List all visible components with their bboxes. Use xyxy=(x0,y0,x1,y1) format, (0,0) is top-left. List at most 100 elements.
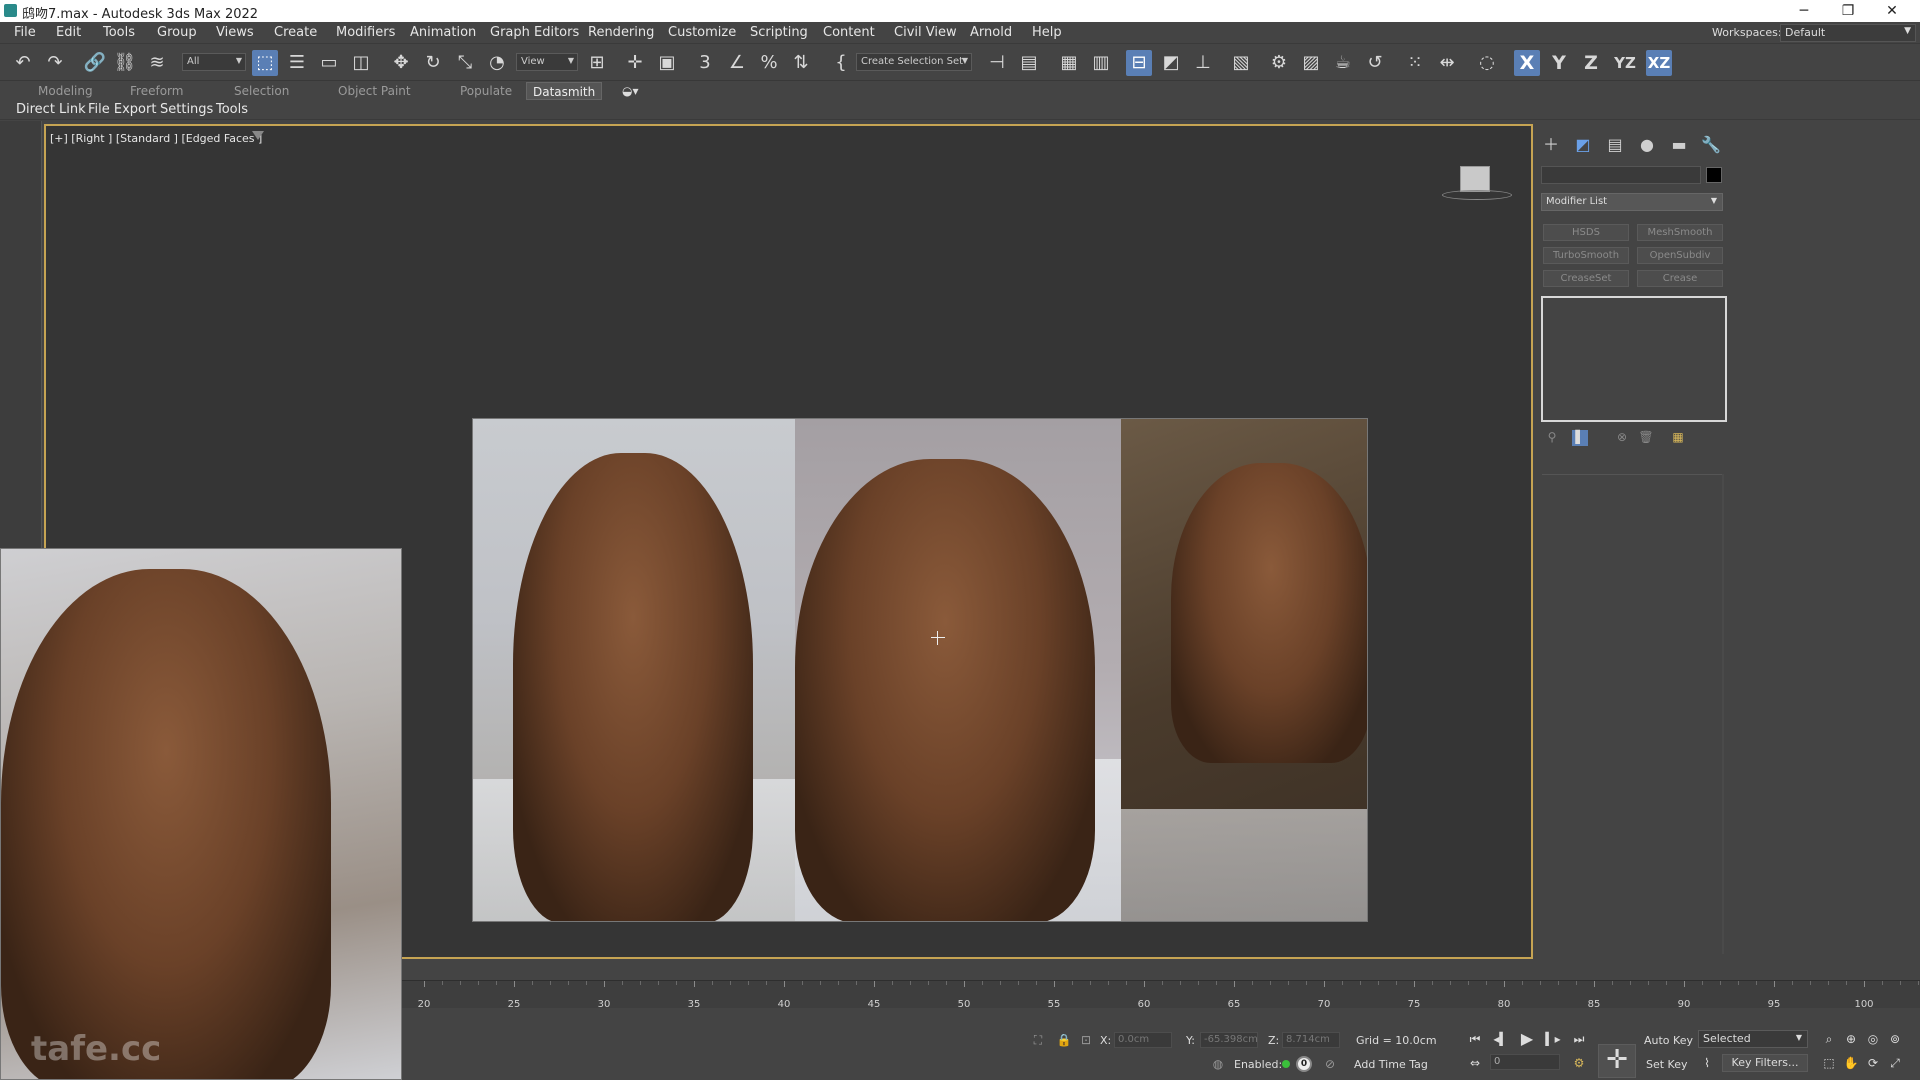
modifier-list-dropdown[interactable]: Modifier List ▼ xyxy=(1541,193,1723,211)
x-coord-field[interactable]: 0.0cm xyxy=(1114,1032,1172,1048)
material-editor-icon[interactable]: ⊥ xyxy=(1190,50,1216,76)
current-frame-field[interactable]: 0 xyxy=(1490,1054,1560,1070)
create-tab-icon[interactable]: ＋ xyxy=(1540,134,1562,156)
place-icon[interactable]: ◔ xyxy=(484,50,510,76)
pin-stack-icon[interactable]: ⚲ xyxy=(1544,430,1560,446)
edit-named-selection-icon[interactable]: { xyxy=(828,50,854,76)
set-keys-button[interactable]: ✛ xyxy=(1598,1044,1636,1078)
z-coord-field[interactable]: 8.714cm xyxy=(1282,1032,1340,1048)
select-manipulate-icon[interactable]: ✛ xyxy=(622,50,648,76)
key-mode-icon[interactable]: ⇔ xyxy=(1466,1054,1484,1072)
lasso-icon[interactable]: ◌ xyxy=(1474,50,1500,76)
render-production-icon[interactable]: ☕ xyxy=(1330,50,1356,76)
tools-button[interactable]: Tools xyxy=(216,102,248,117)
object-name-field[interactable] xyxy=(1541,166,1701,184)
direct-link-button[interactable]: Direct Link xyxy=(16,102,86,117)
meshsmooth-button[interactable]: MeshSmooth xyxy=(1637,224,1723,241)
hierarchy-tab-icon[interactable]: ▤ xyxy=(1604,134,1626,156)
opensubdiv-button[interactable]: OpenSubdiv xyxy=(1637,247,1723,264)
axis-xz-button[interactable]: XZ xyxy=(1646,50,1672,76)
modifier-stack[interactable] xyxy=(1541,296,1727,422)
viewcube[interactable] xyxy=(1460,166,1490,192)
menu-animation[interactable]: Animation xyxy=(410,25,476,40)
unlink-icon[interactable]: ⛓ xyxy=(112,50,138,76)
creaseset-button[interactable]: CreaseSet xyxy=(1543,270,1629,287)
tab-datasmith[interactable]: Datasmith xyxy=(526,82,603,100)
mirror-icon[interactable]: ⊣ xyxy=(984,50,1010,76)
motion-tab-icon[interactable]: ● xyxy=(1636,134,1658,156)
restore-button[interactable]: ❐ xyxy=(1828,1,1868,21)
show-end-result-icon[interactable]: ▌ xyxy=(1572,430,1588,446)
viewport-label[interactable]: [+] [Right ] [Standard ] [Edged Faces ] xyxy=(50,132,262,145)
tab-modeling[interactable]: Modeling xyxy=(38,84,93,98)
select-by-name-icon[interactable]: ☰ xyxy=(284,50,310,76)
next-frame-icon[interactable]: ▍▸ xyxy=(1544,1030,1562,1048)
toggle-ribbon-icon[interactable]: ▥ xyxy=(1088,50,1114,76)
utilities-tab-icon[interactable]: 🔧 xyxy=(1700,134,1722,156)
menu-scripting[interactable]: Scripting xyxy=(750,25,808,40)
measure-icon[interactable]: ⇹ xyxy=(1434,50,1460,76)
spinner-snap-icon[interactable]: ⇅ xyxy=(788,50,814,76)
adaptive-degradation-icon[interactable]: ◍ xyxy=(1210,1056,1226,1072)
axis-x-button[interactable]: X xyxy=(1514,50,1540,76)
link-icon[interactable]: 🔗 xyxy=(82,50,108,76)
floating-image-window[interactable]: tafe.cc xyxy=(0,548,402,1080)
move-icon[interactable]: ✥ xyxy=(388,50,414,76)
maximize-viewport-icon[interactable]: ⤢ xyxy=(1886,1054,1904,1072)
angle-snap-icon[interactable]: ∠ xyxy=(724,50,750,76)
redo-icon[interactable]: ↷ xyxy=(42,50,68,76)
align-icon[interactable]: ▤ xyxy=(1016,50,1042,76)
file-export-button[interactable]: File Export xyxy=(88,102,156,117)
filter-icon[interactable] xyxy=(252,131,264,140)
menu-content[interactable]: Content xyxy=(823,25,875,40)
keyboard-shortcut-icon[interactable]: ▣ xyxy=(654,50,680,76)
tab-freeform[interactable]: Freeform xyxy=(130,84,183,98)
layer-explorer-icon[interactable]: ▦ xyxy=(1056,50,1082,76)
time-tag-icon[interactable]: ⊘ xyxy=(1322,1056,1338,1072)
hsds-button[interactable]: HSDS xyxy=(1543,224,1629,241)
zoom-extents-all-icon[interactable]: ⊚ xyxy=(1886,1030,1904,1048)
auto-key-button[interactable]: Auto Key xyxy=(1644,1034,1693,1047)
minimize-button[interactable]: ─ xyxy=(1784,1,1824,21)
set-key-button[interactable]: Set Key xyxy=(1646,1058,1688,1071)
default-tangent-icon[interactable]: ⌇ xyxy=(1698,1054,1716,1072)
snaps-toggle-icon[interactable]: 3 xyxy=(692,50,718,76)
menu-create[interactable]: Create xyxy=(274,25,317,40)
add-time-tag[interactable]: Add Time Tag xyxy=(1354,1058,1428,1071)
zoom-all-icon[interactable]: ⊕ xyxy=(1842,1030,1860,1048)
menu-help[interactable]: Help xyxy=(1032,25,1062,40)
tab-selection[interactable]: Selection xyxy=(234,84,289,98)
time-config-icon[interactable]: ⚙ xyxy=(1570,1054,1588,1072)
zoom-icon[interactable]: ⌕ xyxy=(1820,1030,1838,1048)
y-coord-field[interactable]: -65.398cm xyxy=(1200,1032,1258,1048)
menu-arnold[interactable]: Arnold xyxy=(970,25,1012,40)
close-button[interactable]: ✕ xyxy=(1872,1,1912,21)
menu-graph-editors[interactable]: Graph Editors xyxy=(490,25,579,40)
configure-sets-icon[interactable]: ▦ xyxy=(1670,430,1686,446)
axis-z-button[interactable]: Z xyxy=(1578,50,1604,76)
display-tab-icon[interactable]: ▬ xyxy=(1668,134,1690,156)
rendered-frame-icon[interactable]: ⚙ xyxy=(1266,50,1292,76)
named-selection-dropdown[interactable]: Create Selection Set ▼ xyxy=(856,53,972,71)
scale-icon[interactable]: ⤡ xyxy=(452,50,478,76)
key-selection-dropdown[interactable]: Selected ▼ xyxy=(1698,1030,1808,1048)
ribbon-options-icon[interactable]: ◒▾ xyxy=(622,84,639,98)
menu-group[interactable]: Group xyxy=(157,25,197,40)
axis-yz-button[interactable]: YZ xyxy=(1612,50,1638,76)
percent-snap-icon[interactable]: % xyxy=(756,50,782,76)
tab-populate[interactable]: Populate xyxy=(460,84,512,98)
bind-spacewarp-icon[interactable]: ≋ xyxy=(144,50,170,76)
tab-object-paint[interactable]: Object Paint xyxy=(338,84,411,98)
goto-end-icon[interactable]: ⏭ xyxy=(1570,1030,1588,1048)
absolute-mode-icon[interactable]: ⊡ xyxy=(1078,1032,1094,1048)
goto-start-icon[interactable]: ⏮ xyxy=(1466,1030,1484,1048)
turbosmooth-button[interactable]: TurboSmooth xyxy=(1543,247,1629,264)
selection-filter-dropdown[interactable]: All ▼ xyxy=(182,53,246,71)
rotate-icon[interactable]: ↻ xyxy=(420,50,446,76)
modify-tab-icon[interactable]: ◩ xyxy=(1572,134,1594,156)
menu-tools[interactable]: Tools xyxy=(103,25,135,40)
render-icon[interactable]: ▨ xyxy=(1298,50,1324,76)
menu-views[interactable]: Views xyxy=(216,25,254,40)
schematic-view-icon[interactable]: ◩ xyxy=(1158,50,1184,76)
isolate-icon[interactable]: ⛶ xyxy=(1030,1032,1046,1048)
